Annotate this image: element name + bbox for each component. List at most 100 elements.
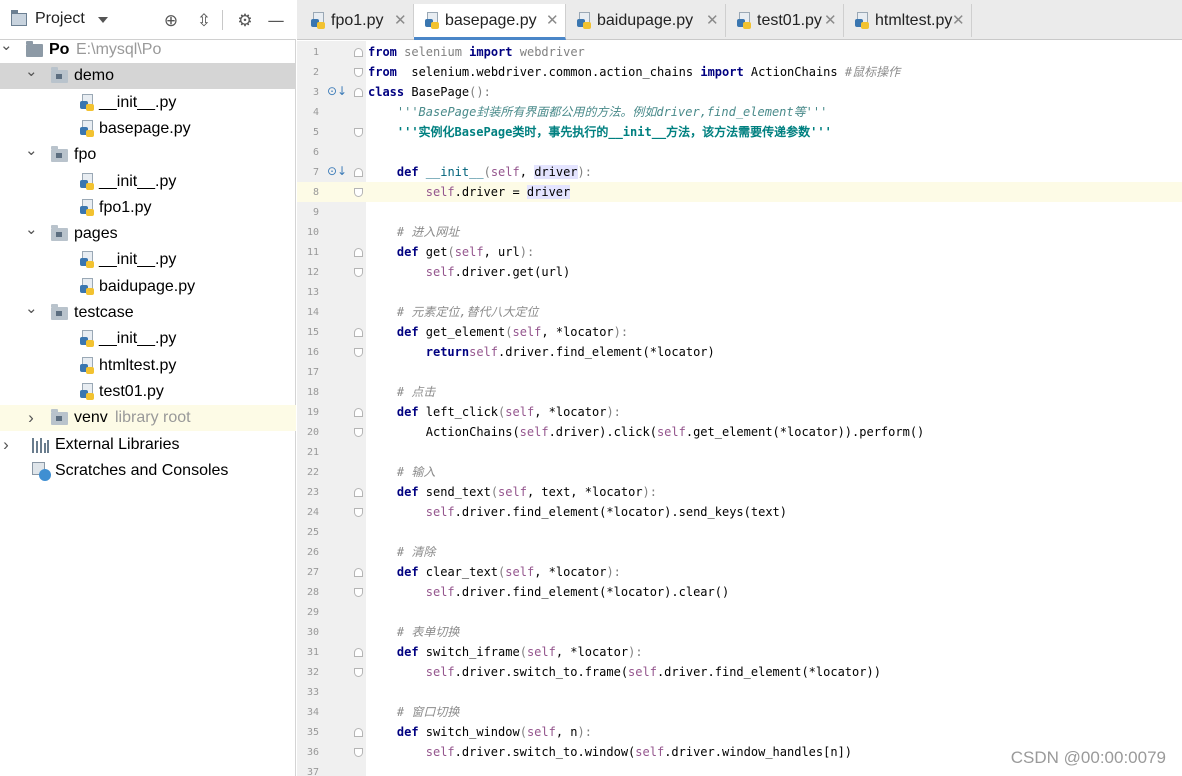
tree-item-project[interactable]: ⌄ Po E:\mysql\Po <box>0 37 296 63</box>
editor-tab[interactable]: test01.py ✕ <box>726 4 844 37</box>
fold-marker-icon[interactable] <box>354 328 363 337</box>
code-line: # 输入 <box>397 462 435 482</box>
close-icon[interactable]: ✕ <box>824 11 837 29</box>
line-number: 9 <box>312 207 319 218</box>
line-number: 17 <box>306 367 319 378</box>
tree-item-scratch[interactable]: Scratches and Consoles <box>0 458 296 484</box>
fold-marker-icon[interactable] <box>354 648 363 657</box>
chevron-right-icon[interactable]: › <box>25 405 37 431</box>
gear-icon[interactable]: ⚙ <box>234 10 256 32</box>
fold-marker-icon[interactable] <box>354 88 363 97</box>
line-number: 22 <box>306 467 319 478</box>
code-token: selenium <box>396 45 470 59</box>
code-line: from selenium.webdriver.common.action_ch… <box>368 62 900 82</box>
code-token: self <box>526 725 556 739</box>
minimize-icon[interactable]: — <box>265 10 287 32</box>
fold-marker-icon[interactable] <box>354 248 363 257</box>
code-token: # 窗口切换 <box>396 705 460 719</box>
code-token: left_click <box>418 405 499 419</box>
tree-item-folder[interactable]: ⌄ testcase <box>0 300 296 326</box>
close-icon[interactable]: ✕ <box>394 11 407 29</box>
fold-marker-icon[interactable] <box>354 68 363 77</box>
code-line: def left_click(self, *locator): <box>397 402 621 422</box>
fold-marker-icon[interactable] <box>354 268 363 277</box>
fold-marker-icon[interactable] <box>354 588 363 597</box>
tree-item-folder[interactable]: ⌄ demo <box>0 63 296 90</box>
code-token: ): <box>577 725 592 739</box>
fold-marker-icon[interactable] <box>354 128 363 137</box>
fold-marker-icon[interactable] <box>354 348 363 357</box>
code-token: from <box>368 45 397 59</box>
tree-item-py[interactable]: __init__.py <box>0 326 296 352</box>
code-token: ): <box>606 405 621 419</box>
code-line: # 表单切换 <box>397 622 459 642</box>
fold-marker-icon[interactable] <box>354 428 363 437</box>
chevron-right-icon[interactable]: › <box>0 432 12 458</box>
code-token: , *locator <box>555 645 629 659</box>
folder-icon <box>51 225 68 242</box>
project-view-selector[interactable]: Project <box>35 10 85 28</box>
tree-item-py[interactable]: fpo1.py <box>0 195 296 221</box>
editor-tab[interactable]: htmltest.py ✕ <box>844 4 972 37</box>
tree-item-py[interactable]: __init__.py <box>0 247 296 273</box>
tree-item-py[interactable]: htmltest.py <box>0 353 296 379</box>
tree-item-label: fpo <box>74 146 97 164</box>
tree-item-folder[interactable]: ⌄ fpo <box>0 142 296 168</box>
chevron-down-icon[interactable]: ⌄ <box>25 142 38 168</box>
code-token: ( <box>483 165 491 179</box>
chevron-down-icon[interactable]: ⌄ <box>25 300 38 326</box>
collapse-all-icon[interactable]: ⇳ <box>193 10 215 32</box>
code-token: self <box>425 665 455 679</box>
tree-item-py[interactable]: baidupage.py <box>0 274 296 300</box>
editor-tab[interactable]: baidupage.py ✕ <box>566 4 726 37</box>
fold-marker-icon[interactable] <box>354 748 363 757</box>
line-number: 16 <box>306 347 319 358</box>
fold-marker-icon[interactable] <box>354 568 363 577</box>
chevron-down-icon[interactable] <box>98 17 108 23</box>
fold-marker-icon[interactable] <box>354 728 363 737</box>
tree-item-folder[interactable]: › venv library root <box>0 405 296 432</box>
code-token: , <box>519 165 535 179</box>
close-icon[interactable]: ✕ <box>706 11 719 29</box>
code-token: # 元素定位,替代八大定位 <box>396 305 539 319</box>
editor-tab[interactable]: basepage.py ✕ <box>414 4 566 40</box>
code-token: def <box>396 725 419 739</box>
editor-gutter: 1 2 3 ⊙↓ 4 5 6 7 ⊙↓ 8 9 10 11 12 13 14 15 16 17 18 19 20 21 22 2… <box>297 41 366 776</box>
chevron-down-icon[interactable]: ⌄ <box>25 221 38 247</box>
tree-item-py[interactable]: __init__.py <box>0 169 296 195</box>
editor-tab[interactable]: fpo1.py ✕ <box>300 4 414 37</box>
tree-item-lib[interactable]: › External Libraries <box>0 432 296 458</box>
chevron-down-icon[interactable]: ⌄ <box>25 63 38 89</box>
tree-item-py[interactable]: __init__.py <box>0 90 296 116</box>
code-token: send_text <box>418 485 491 499</box>
fold-marker-icon[interactable] <box>354 508 363 517</box>
code-token: ( <box>519 645 527 659</box>
fold-marker-icon[interactable] <box>354 48 363 57</box>
locate-target-icon[interactable]: ⊕ <box>160 10 182 32</box>
line-number: 13 <box>306 287 319 298</box>
chevron-down-icon[interactable]: ⌄ <box>0 37 13 63</box>
fold-marker-icon[interactable] <box>354 488 363 497</box>
fold-marker-icon[interactable] <box>354 668 363 677</box>
close-icon[interactable]: ✕ <box>546 11 559 29</box>
tree-item-folder[interactable]: ⌄ pages <box>0 221 296 247</box>
code-line: def switch_iframe(self, *locator): <box>397 642 643 662</box>
tree-item-py[interactable]: test01.py <box>0 379 296 405</box>
code-token: def <box>396 565 419 579</box>
close-icon[interactable]: ✕ <box>952 11 965 29</box>
line-number: 25 <box>306 527 319 538</box>
code-token: def <box>396 325 419 339</box>
code-editor[interactable]: from selenium import webdriver from selen… <box>366 41 1182 776</box>
fold-marker-icon[interactable] <box>354 408 363 417</box>
tree-item-label: basepage.py <box>99 119 191 137</box>
fold-marker-icon[interactable] <box>354 168 363 177</box>
tree-item-label: Po <box>49 41 70 58</box>
code-token: .driver.find_element(*locator) <box>498 345 715 359</box>
code-line: '''BasePage封装所有界面都公用的方法。例如driver,find_el… <box>397 102 827 122</box>
override-marker-icon[interactable]: ⊙↓ <box>327 164 347 178</box>
tree-item-py[interactable]: basepage.py <box>0 116 296 142</box>
fold-marker-icon[interactable] <box>354 188 363 197</box>
code-token: import <box>700 65 744 79</box>
python-file-icon <box>80 119 96 138</box>
override-marker-icon[interactable]: ⊙↓ <box>327 84 347 98</box>
